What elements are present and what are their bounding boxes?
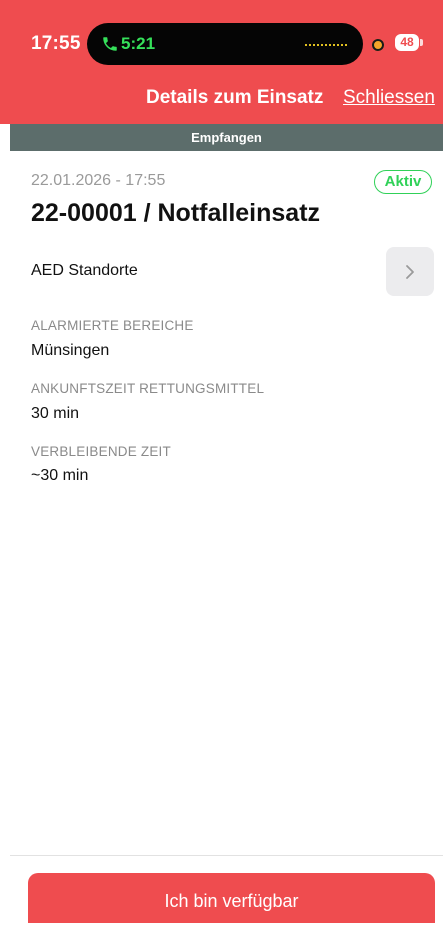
call-timer: 5:21	[121, 34, 156, 53]
battery-cap	[420, 39, 423, 46]
available-button[interactable]: Ich bin verfügbar	[28, 873, 435, 923]
incident-title: 22-00001 / Notfalleinsatz	[31, 199, 321, 227]
field-value-alarmed-areas: Münsingen	[31, 342, 110, 359]
field-label-arrival-time: ANKUNFTSZEIT RETTUNGSMITTEL	[31, 381, 265, 396]
chevron-right-icon	[406, 265, 414, 279]
field-label-remaining-time: VERBLEIBENDE ZEIT	[31, 444, 171, 459]
field-label-alarmed-areas: ALARMIERTE BEREICHE	[31, 318, 194, 333]
aed-locations-label: AED Standorte	[31, 262, 138, 279]
waveform-icon	[305, 44, 347, 46]
state-bar: Empfangen	[10, 124, 443, 151]
page-title: Details zum Einsatz	[146, 87, 324, 108]
aed-locations-button[interactable]	[386, 247, 434, 296]
battery-icon: 48	[395, 34, 419, 51]
close-button[interactable]: Schliessen	[343, 87, 435, 109]
privacy-indicator-dot	[372, 39, 384, 51]
dynamic-island-call[interactable]: 5:21	[87, 23, 363, 65]
status-badge: Aktiv	[374, 170, 432, 194]
field-value-remaining-time: ~30 min	[31, 467, 89, 484]
header-bar: 17:55 5:21 48 Details zum Einsatz Schlie…	[0, 0, 443, 124]
phone-icon	[103, 37, 117, 51]
incident-timestamp: 22.01.2026 - 17:55	[31, 172, 166, 189]
divider	[10, 855, 443, 856]
status-time: 17:55	[31, 33, 81, 54]
field-value-arrival-time: 30 min	[31, 405, 80, 422]
